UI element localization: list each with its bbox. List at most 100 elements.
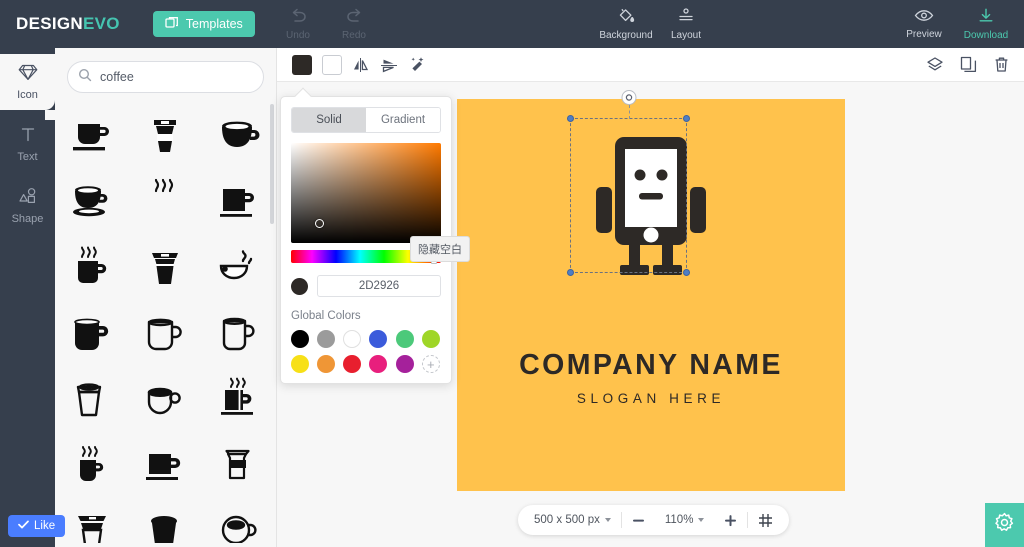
icon-result-item[interactable]: [129, 235, 203, 301]
current-color-swatch: [291, 278, 308, 295]
designevo-editor: DESIGNEVO Templates Undo: [0, 0, 1024, 547]
global-color-swatch[interactable]: [317, 355, 335, 373]
zoom-level-label: 110%: [665, 514, 694, 526]
text-t-icon: [18, 125, 38, 147]
global-color-swatch[interactable]: [343, 330, 361, 348]
icon-result-item[interactable]: [129, 103, 203, 169]
add-global-color-button[interactable]: +: [422, 355, 440, 373]
tab-solid[interactable]: Solid: [292, 108, 366, 132]
icon-result-item[interactable]: [55, 103, 129, 169]
sidebar-item-text-label: Text: [17, 151, 37, 163]
layout-label: Layout: [671, 30, 701, 41]
like-button[interactable]: Like: [8, 515, 65, 537]
redo-button[interactable]: Redo: [326, 0, 382, 48]
canvas-size-dropdown[interactable]: 500 x 500 px: [524, 514, 621, 526]
rotate-stem: [629, 105, 630, 119]
zoom-in-button[interactable]: [714, 514, 747, 527]
templates-icon: [165, 16, 179, 33]
app-header: DESIGNEVO Templates Undo: [0, 0, 1024, 48]
icon-result-item[interactable]: [202, 301, 276, 367]
icon-result-item[interactable]: [129, 169, 203, 235]
brand-design-text: DESIGN: [16, 14, 83, 33]
flip-vertical-button[interactable]: [380, 57, 398, 73]
hex-row: 2D2926: [291, 275, 441, 297]
brand-logo: DESIGNEVO: [16, 14, 120, 34]
search-box[interactable]: [67, 61, 264, 93]
global-color-swatch[interactable]: [317, 330, 335, 348]
resize-handle-bottom-right[interactable]: [683, 269, 690, 276]
icon-result-item[interactable]: [202, 499, 276, 543]
global-color-swatch[interactable]: [343, 355, 361, 373]
global-color-swatch[interactable]: [396, 355, 414, 373]
icon-result-item[interactable]: [55, 433, 129, 499]
logo-company-name[interactable]: COMPANY NAME: [457, 349, 845, 382]
icon-result-item[interactable]: [55, 367, 129, 433]
settings-button[interactable]: [985, 503, 1024, 547]
preview-button[interactable]: Preview: [896, 0, 952, 48]
stroke-color-button[interactable]: [322, 55, 342, 75]
sidebar-item-text[interactable]: Text: [0, 116, 55, 172]
global-color-swatch[interactable]: [369, 330, 387, 348]
grid-toggle-button[interactable]: [748, 513, 783, 528]
icon-results-grid: [55, 103, 276, 543]
sidebar-item-icon[interactable]: Icon: [0, 54, 55, 110]
layers-button[interactable]: [926, 56, 944, 73]
undo-label: Undo: [286, 30, 310, 41]
layout-button[interactable]: Layout: [658, 0, 714, 48]
hex-input[interactable]: 2D2926: [317, 275, 441, 297]
flip-horizontal-button[interactable]: [352, 57, 370, 73]
chevron-down-icon: [698, 518, 704, 522]
background-button[interactable]: Background: [598, 0, 654, 48]
rotate-handle-icon[interactable]: [621, 90, 636, 105]
icon-result-item[interactable]: [55, 499, 129, 543]
saturation-cursor[interactable]: [315, 219, 324, 228]
sidebar-item-icon-label: Icon: [17, 89, 38, 101]
global-color-swatch[interactable]: [369, 355, 387, 373]
fill-color-button[interactable]: [292, 55, 312, 75]
zoom-out-button[interactable]: [622, 514, 655, 527]
global-colors-label: Global Colors: [291, 310, 441, 322]
logo-slogan[interactable]: SLOGAN HERE: [457, 391, 845, 406]
undo-icon: [289, 8, 308, 28]
duplicate-button[interactable]: [960, 56, 977, 73]
resize-handle-bottom-left[interactable]: [567, 269, 574, 276]
icon-result-item[interactable]: [202, 169, 276, 235]
saturation-field[interactable]: [291, 143, 441, 243]
tab-gradient[interactable]: Gradient: [366, 108, 440, 132]
global-color-swatch[interactable]: [291, 355, 309, 373]
global-color-swatch[interactable]: [291, 330, 309, 348]
search-input[interactable]: [100, 70, 253, 84]
icon-result-item[interactable]: [55, 169, 129, 235]
icon-result-item[interactable]: [129, 433, 203, 499]
like-label: Like: [34, 520, 55, 532]
icon-result-item[interactable]: [202, 103, 276, 169]
icon-result-item[interactable]: [129, 367, 203, 433]
icon-result-item[interactable]: [55, 235, 129, 301]
eye-icon: [914, 8, 934, 27]
global-color-swatch[interactable]: [422, 330, 440, 348]
selection-bounding-box[interactable]: [570, 118, 687, 273]
global-color-swatch[interactable]: [396, 330, 414, 348]
icon-result-item[interactable]: [202, 433, 276, 499]
icon-result-item[interactable]: [202, 367, 276, 433]
paint-bucket-icon: [617, 7, 635, 28]
icon-result-item[interactable]: [202, 235, 276, 301]
delete-button[interactable]: [993, 56, 1010, 73]
sidebar-item-shape[interactable]: Shape: [0, 178, 55, 234]
left-rail: Icon Text Shape: [0, 48, 55, 547]
redo-label: Redo: [342, 30, 366, 41]
artboard[interactable]: COMPANY NAME SLOGAN HERE: [457, 99, 845, 491]
templates-button[interactable]: Templates: [153, 11, 255, 37]
icon-result-item[interactable]: [55, 301, 129, 367]
panel-scrollbar[interactable]: [270, 104, 274, 224]
canvas-controls: Background Layout: [598, 0, 714, 48]
effects-button[interactable]: [408, 56, 426, 73]
zoom-level-dropdown[interactable]: 110%: [655, 514, 715, 526]
icon-result-item[interactable]: [129, 499, 203, 543]
download-button[interactable]: Download: [958, 0, 1014, 48]
icon-result-item[interactable]: [129, 301, 203, 367]
resize-handle-top-right[interactable]: [683, 115, 690, 122]
canvas-size-label: 500 x 500 px: [534, 514, 600, 526]
undo-button[interactable]: Undo: [270, 0, 326, 48]
resize-handle-top-left[interactable]: [567, 115, 574, 122]
